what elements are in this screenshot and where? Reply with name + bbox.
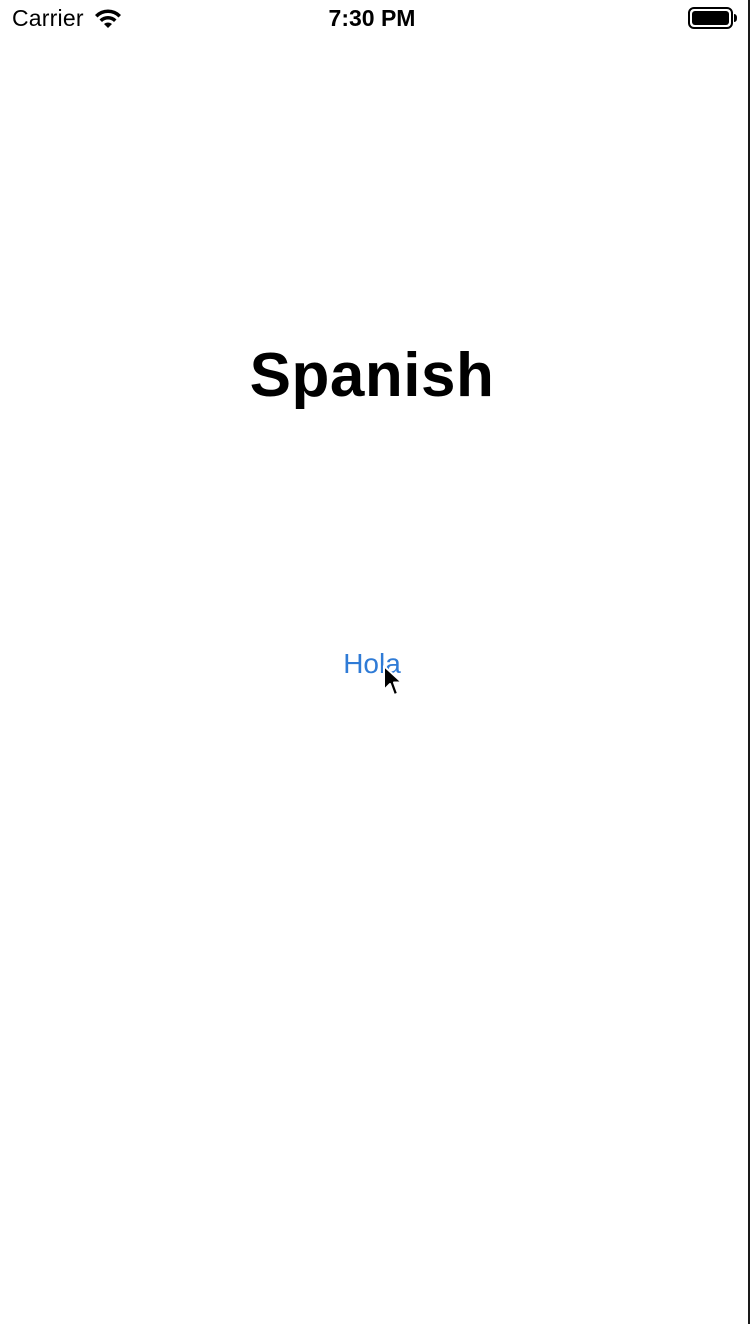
status-bar: Carrier 7:30 PM bbox=[0, 0, 750, 36]
status-time: 7:30 PM bbox=[328, 5, 416, 31]
hola-button[interactable]: Hola bbox=[0, 648, 744, 680]
battery-icon bbox=[688, 7, 737, 29]
hola-button-label: Hola bbox=[343, 648, 401, 679]
page-title: Spanish bbox=[249, 341, 495, 410]
